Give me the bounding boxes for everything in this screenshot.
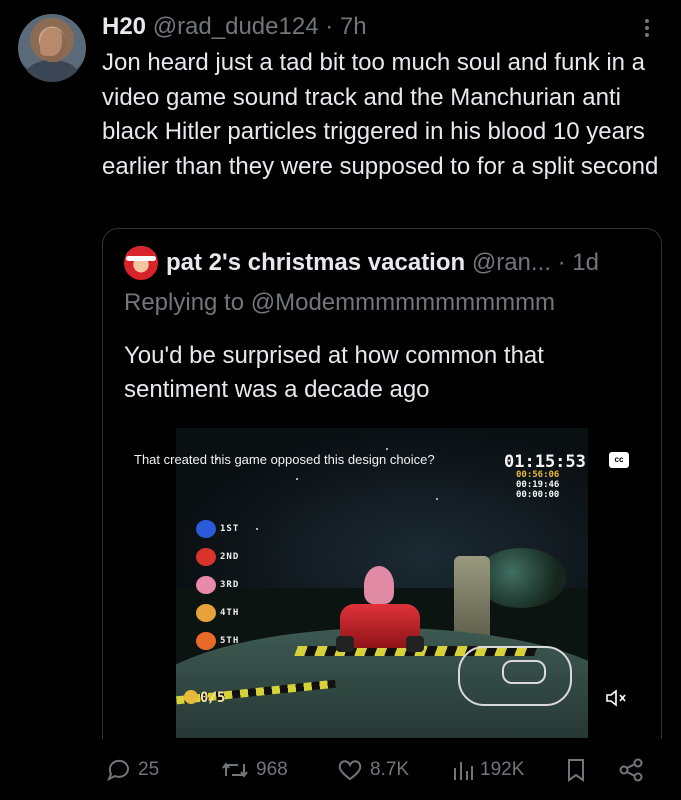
racer-portrait-icon	[196, 604, 216, 622]
share-button[interactable]	[618, 758, 650, 782]
ring-counter: 0/5	[184, 690, 225, 706]
star	[386, 448, 388, 450]
retweet-icon	[222, 762, 248, 778]
star	[296, 478, 298, 480]
retweet-button[interactable]: 968	[220, 758, 288, 782]
lap-time: 00:19:46	[516, 480, 560, 490]
rank-row: 2ND	[196, 546, 256, 568]
racer-portrait-icon	[196, 576, 216, 594]
tweet-action-bar: 25 968 8.7K 192K	[0, 750, 681, 794]
quoted-author-avatar[interactable]	[124, 246, 158, 280]
reply-icon	[107, 759, 129, 782]
car-wheel	[336, 636, 354, 652]
avatar-shoulders	[26, 60, 78, 82]
character-rider	[364, 566, 394, 604]
video-player[interactable]: 1ST 2ND 3RD 4TH 5TH 01:15:53 00:56:06 00…	[176, 428, 588, 738]
quoted-author-name[interactable]: pat 2's christmas vacation	[166, 249, 465, 276]
more-options-icon[interactable]	[640, 16, 654, 46]
separator-dot: ·	[325, 13, 334, 40]
quoted-tweet-header: pat 2's christmas vacation @ran... · 1d	[166, 248, 599, 278]
star	[256, 528, 258, 530]
tweet-time[interactable]: 7h	[340, 13, 367, 40]
racer-portrait-icon	[196, 520, 216, 538]
heart-icon	[338, 760, 362, 781]
mute-icon[interactable]	[605, 688, 629, 708]
quoted-author-handle[interactable]: @ran...	[472, 249, 551, 276]
racer-portrait-icon	[196, 632, 216, 650]
quoted-tweet-text: You'd be surprised at how common that se…	[124, 342, 544, 403]
quoted-separator-dot: ·	[557, 249, 566, 276]
rank-row: 4TH	[196, 602, 256, 624]
quoted-tweet-time[interactable]: 1d	[572, 249, 599, 276]
author-handle[interactable]: @rad_dude124	[153, 13, 319, 40]
bookmark-button[interactable]	[566, 758, 592, 782]
bookmark-icon	[568, 759, 584, 782]
share-icon	[619, 758, 643, 782]
race-rank-list: 1ST 2ND 3RD 4TH 5TH	[196, 518, 256, 658]
ring-icon	[184, 690, 198, 704]
retweet-count: 968	[256, 759, 288, 780]
replying-to-label[interactable]: Replying to @Modemmmmmmmmmmm	[124, 288, 555, 318]
rank-row: 1ST	[196, 518, 256, 540]
lap-time: 00:00:00	[516, 490, 560, 500]
lap-times: 00:56:06 00:19:46 00:00:00	[516, 470, 559, 500]
track-minimap-inner	[502, 660, 546, 684]
tweet-text: Jon heard just a tad bit too much soul a…	[102, 49, 659, 180]
view-count: 192K	[480, 759, 525, 780]
author-name[interactable]: H20	[102, 13, 146, 40]
car-wheel	[406, 636, 424, 652]
like-button[interactable]: 8.7K	[336, 758, 409, 782]
hat-trim	[126, 256, 156, 261]
avatar-face	[40, 28, 66, 62]
rank-label: 5TH	[220, 636, 240, 646]
race-timer: 01:15:53	[504, 452, 586, 472]
star	[436, 498, 438, 500]
rank-label: 2ND	[220, 552, 240, 562]
rank-label: 1ST	[220, 524, 240, 534]
ring-count: 0/5	[200, 690, 226, 706]
tweet-header: H20 @rad_dude124 · 7h	[102, 12, 367, 42]
racer-portrait-icon	[196, 548, 216, 566]
author-avatar[interactable]	[18, 14, 86, 82]
rank-label: 3RD	[220, 580, 240, 590]
closed-captions-button[interactable]: cc	[609, 452, 629, 468]
rank-row: 5TH	[196, 630, 256, 652]
reply-count: 25	[138, 759, 160, 780]
analytics-icon	[454, 762, 473, 780]
reply-button[interactable]: 25	[106, 758, 159, 782]
video-caption: That created this game opposed this desi…	[134, 452, 435, 467]
views-button[interactable]: 192K	[452, 758, 524, 782]
lap-time: 00:56:06	[516, 470, 560, 480]
rank-label: 4TH	[220, 608, 240, 618]
like-count: 8.7K	[370, 759, 410, 780]
rank-row: 3RD	[196, 574, 256, 596]
